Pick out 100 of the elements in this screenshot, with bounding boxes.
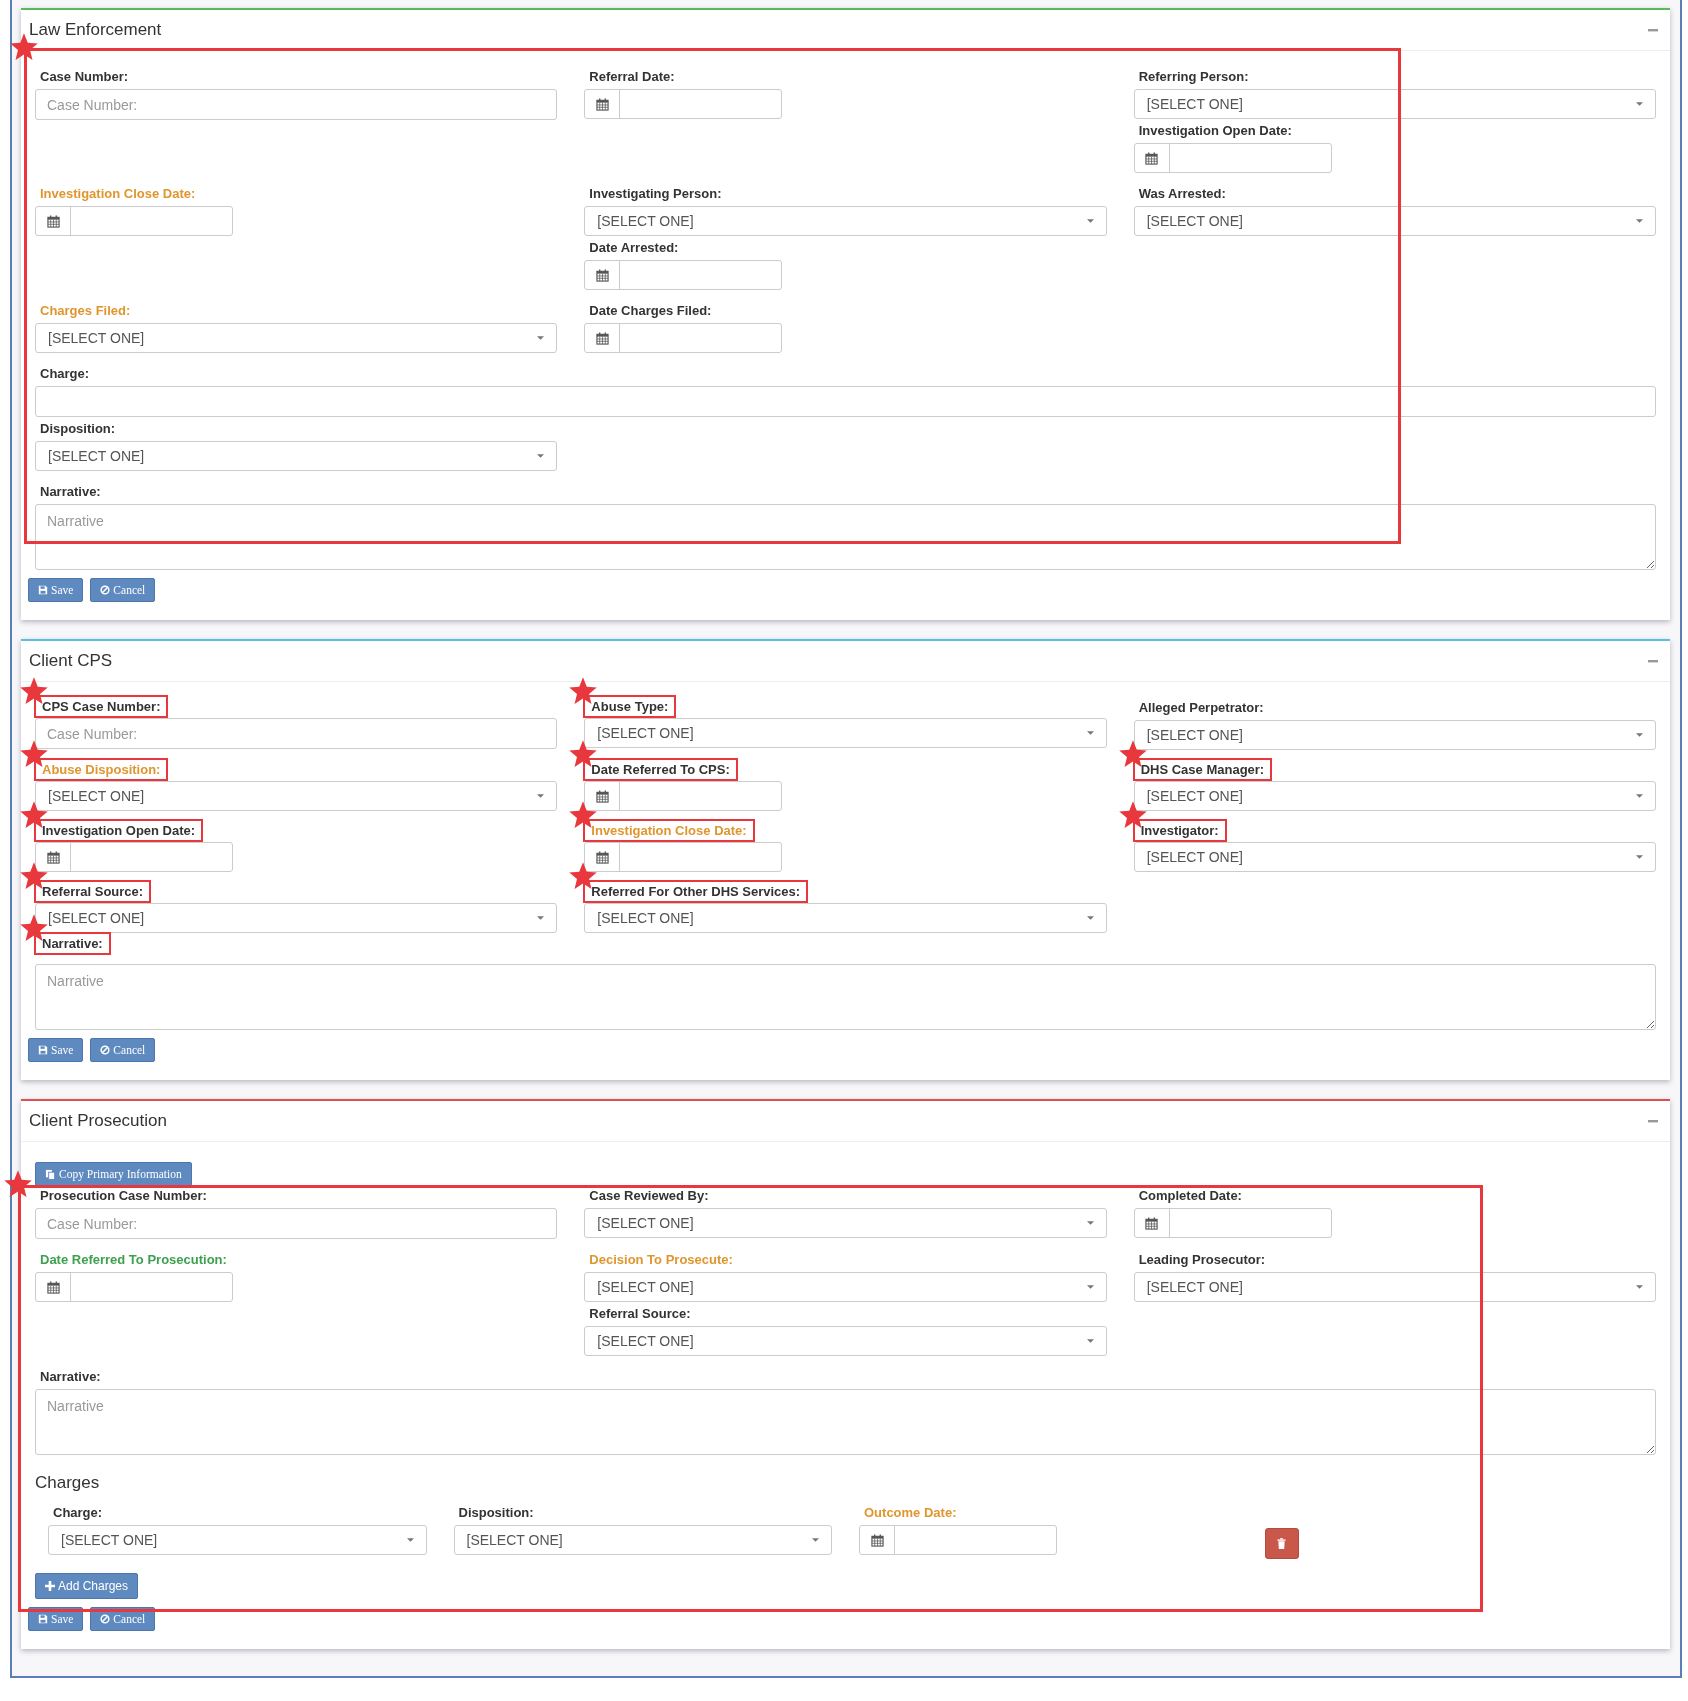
caret-icon: [1636, 219, 1643, 223]
field-label: Investigation Close Date:: [39, 185, 197, 203]
caret-icon: [1086, 731, 1094, 735]
textarea-field[interactable]: Narrative: [35, 964, 1656, 1030]
calendar-icon: [595, 268, 609, 282]
panel-title: Client CPS: [29, 651, 113, 671]
cancel-button[interactable]: Cancel: [90, 1038, 156, 1062]
copy-button[interactable]: Copy Primary Information: [35, 1162, 192, 1186]
field-label: Alleged Perpetrator:: [1137, 699, 1265, 717]
caret-icon: [1086, 1339, 1094, 1343]
text-field[interactable]: [35, 386, 1656, 417]
field-label: Referral Source:: [41, 884, 145, 899]
panel-title: Client Prosecution: [29, 1111, 167, 1131]
calendar-icon: [595, 97, 609, 111]
plus-icon: [45, 1581, 55, 1591]
calendar-icon: [870, 1533, 884, 1547]
date-field[interactable]: [35, 206, 233, 236]
date-field[interactable]: [584, 842, 783, 872]
collapse-icon[interactable]: [1648, 28, 1658, 32]
field-label: Date Charges Filed:: [588, 302, 713, 320]
ban-icon: [100, 585, 111, 595]
ban-icon: [100, 1614, 111, 1624]
field-label: DHS Case Manager:: [1139, 762, 1266, 777]
select-dropdown[interactable]: [SELECT ONE]: [584, 903, 1107, 933]
select-dropdown[interactable]: [SELECT ONE]: [584, 1272, 1107, 1302]
field-label: Decision To Prosecute:: [588, 1251, 734, 1269]
date-field[interactable]: [584, 323, 783, 353]
select-dropdown[interactable]: [SELECT ONE]: [1133, 206, 1656, 236]
field-label: CPS Case Number:: [41, 699, 162, 714]
caret-icon: [537, 454, 545, 458]
add-charges-button[interactable]: Add Charges: [35, 1573, 139, 1599]
field-label: Charge:: [52, 1504, 104, 1522]
select-dropdown[interactable]: [SELECT ONE]: [1133, 781, 1656, 811]
select-dropdown[interactable]: [SELECT ONE]: [1133, 1272, 1656, 1302]
select-dropdown[interactable]: [SELECT ONE]: [1133, 842, 1656, 872]
date-field[interactable]: [584, 781, 783, 811]
text-field[interactable]: Case Number:: [35, 718, 558, 749]
field-label: Disposition:: [457, 1504, 535, 1522]
collapse-icon[interactable]: [1648, 1119, 1658, 1123]
select-dropdown[interactable]: [SELECT ONE]: [35, 903, 558, 933]
caret-icon: [1636, 733, 1643, 737]
save-button[interactable]: Save: [28, 578, 84, 602]
date-field[interactable]: [859, 1525, 1057, 1555]
field-label: Date Referred To CPS:: [590, 762, 731, 777]
date-field[interactable]: [1133, 1208, 1332, 1238]
field-label: Investigating Person:: [588, 185, 723, 203]
date-field[interactable]: [584, 260, 783, 290]
field-label: Was Arrested:: [1137, 185, 1227, 203]
copy-icon: [45, 1168, 56, 1180]
collapse-icon[interactable]: [1648, 659, 1658, 663]
field-label: Abuse Type:: [590, 699, 670, 714]
date-field[interactable]: [35, 842, 233, 872]
caret-icon: [812, 1538, 819, 1542]
calendar-icon: [595, 850, 609, 864]
field-label: Referral Date:: [588, 68, 676, 86]
date-field[interactable]: [1133, 143, 1332, 173]
field-label: Investigation Open Date:: [1137, 122, 1293, 140]
select-dropdown[interactable]: [SELECT ONE]: [35, 781, 558, 811]
text-field[interactable]: Case Number:: [35, 1208, 558, 1239]
field-label: Narrative:: [39, 483, 102, 501]
textarea-field[interactable]: Narrative: [35, 1389, 1656, 1455]
select-dropdown[interactable]: [SELECT ONE]: [35, 441, 558, 471]
select-dropdown[interactable]: [SELECT ONE]: [584, 206, 1107, 236]
field-label: Case Reviewed By:: [588, 1187, 710, 1205]
select-dropdown[interactable]: [SELECT ONE]: [453, 1525, 832, 1555]
caret-icon: [1086, 916, 1094, 920]
field-label: Charges Filed:: [39, 302, 132, 320]
caret-icon: [537, 336, 545, 340]
delete-button[interactable]: [1264, 1528, 1299, 1559]
field-label: Outcome Date:: [863, 1504, 958, 1522]
date-field[interactable]: [35, 1272, 233, 1302]
field-label: Investigation Open Date:: [41, 823, 197, 838]
select-dropdown[interactable]: [SELECT ONE]: [35, 323, 558, 353]
textarea-field[interactable]: Narrative: [35, 504, 1656, 570]
trash-icon: [1277, 1538, 1286, 1549]
cancel-button[interactable]: Cancel: [90, 578, 156, 602]
calendar-icon: [46, 1280, 60, 1294]
field-label: Investigation Close Date:: [590, 823, 748, 838]
ban-icon: [100, 1045, 111, 1055]
section-heading: Charges: [35, 1473, 101, 1493]
select-dropdown[interactable]: [SELECT ONE]: [1133, 89, 1656, 119]
field-label: Completed Date:: [1137, 1187, 1243, 1205]
text-field[interactable]: Case Number:: [35, 89, 558, 120]
field-label: Case Number:: [39, 68, 130, 86]
field-label: Charge:: [39, 365, 91, 383]
date-field[interactable]: [584, 89, 783, 119]
caret-icon: [1636, 794, 1643, 798]
select-dropdown[interactable]: [SELECT ONE]: [584, 718, 1107, 748]
caret-icon: [1086, 1285, 1094, 1289]
field-label: Referred For Other DHS Services:: [590, 884, 802, 899]
caret-icon: [1636, 1285, 1643, 1289]
select-dropdown[interactable]: [SELECT ONE]: [584, 1208, 1107, 1238]
field-label: Referral Source:: [588, 1305, 692, 1323]
select-dropdown[interactable]: [SELECT ONE]: [48, 1525, 427, 1555]
select-dropdown[interactable]: [SELECT ONE]: [584, 1326, 1107, 1356]
save-button[interactable]: Save: [28, 1038, 84, 1062]
field-label: Narrative:: [39, 1368, 102, 1386]
caret-icon: [1086, 219, 1094, 223]
caret-icon: [537, 916, 545, 920]
select-dropdown[interactable]: [SELECT ONE]: [1133, 720, 1656, 750]
